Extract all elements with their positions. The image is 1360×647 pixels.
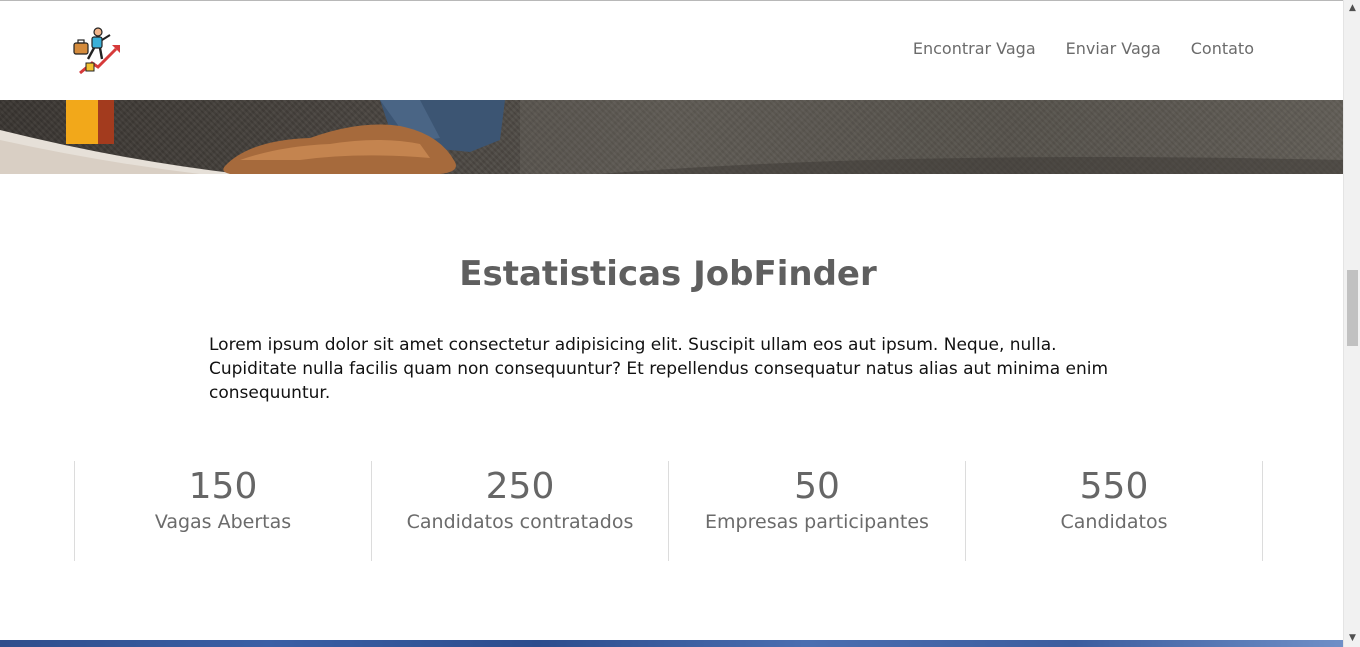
main-nav: Encontrar Vaga Enviar Vaga Contato [913,39,1254,58]
stat-card: 250 Candidatos contratados [371,461,668,561]
stat-value: 250 [485,466,555,507]
stat-label: Candidatos [1060,511,1168,533]
stat-card: 550 Candidatos [965,461,1263,561]
hero-photo-illustration [0,100,1343,174]
stat-card: 50 Empresas participantes [668,461,965,561]
stat-label: Vagas Abertas [154,511,292,533]
stat-value: 50 [794,466,840,507]
stat-value: 150 [188,466,258,507]
logo-icon[interactable] [66,23,124,81]
triangle-down-icon[interactable]: ▼ [1344,630,1360,647]
browser-viewport: Encontrar Vaga Enviar Vaga Contato Estat… [0,0,1343,647]
site-header: Encontrar Vaga Enviar Vaga Contato [0,1,1343,100]
stat-card: 150 Vagas Abertas [74,461,371,561]
vertical-scrollbar[interactable]: ▲ ▼ [1343,0,1360,647]
stats-title: Estatisticas JobFinder [459,254,877,294]
triangle-up-icon[interactable]: ▲ [1344,0,1360,17]
stat-value: 550 [1079,466,1149,507]
next-section-image-edge [0,640,1343,647]
stats-description: Lorem ipsum dolor sit amet consectetur a… [209,335,1109,403]
stat-label: Candidatos contratados [406,511,634,533]
scrollbar-thumb[interactable] [1347,270,1358,346]
stat-label: Empresas participantes [705,511,929,533]
nav-link-contato[interactable]: Contato [1191,39,1254,58]
stats-row: 150 Vagas Abertas 250 Candidatos contrat… [74,461,1263,561]
nav-link-encontrar-vaga[interactable]: Encontrar Vaga [913,39,1036,58]
page: Encontrar Vaga Enviar Vaga Contato Estat… [0,0,1360,647]
hero-image [0,100,1343,174]
nav-link-enviar-vaga[interactable]: Enviar Vaga [1066,39,1161,58]
